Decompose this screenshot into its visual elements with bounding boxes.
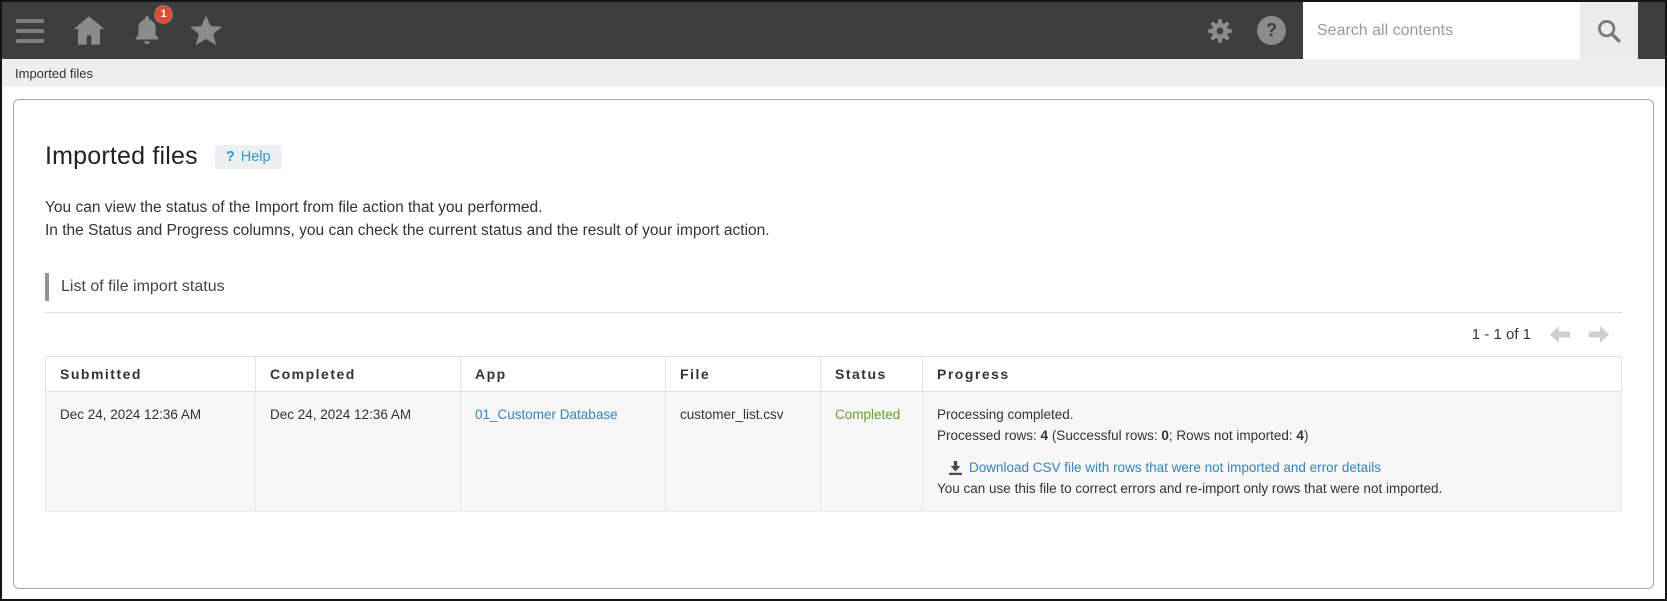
table-header-row: Submitted Completed App File Status Prog…: [45, 356, 1622, 392]
section-title: List of file import status: [45, 273, 1622, 301]
cell-completed: Dec 24, 2024 12:36 AM: [255, 391, 461, 512]
download-icon: [949, 460, 962, 475]
description-line-2: In the Status and Progress columns, you …: [45, 222, 770, 239]
page-title: Imported files: [45, 142, 198, 170]
notification-count-badge[interactable]: 1: [155, 6, 172, 23]
breadcrumb-bar: Imported files: [2, 59, 1665, 87]
progress-rows-detail: Processed rows: 4 (Successful rows: 0; R…: [937, 428, 1309, 443]
search-icon: [1598, 19, 1621, 43]
home-icon[interactable]: [72, 15, 106, 46]
main-content: Imported files ? Help You can view the s…: [2, 87, 1665, 599]
download-csv-link[interactable]: Download CSV file with rows that were no…: [969, 457, 1381, 478]
search-button[interactable]: [1580, 2, 1638, 59]
help-icon[interactable]: ?: [1257, 16, 1286, 45]
cell-app: 01_Customer Database: [460, 391, 666, 512]
notifications-bell-icon[interactable]: 1: [132, 6, 172, 47]
app-link[interactable]: 01_Customer Database: [475, 407, 618, 422]
pagination-range-label: 1 - 1 of 1: [1471, 326, 1531, 343]
column-header-submitted: Submitted: [45, 356, 256, 392]
successful-rows-count: 0: [1161, 428, 1169, 443]
progress-summary: Processing completed.: [937, 407, 1074, 422]
table-row: Dec 24, 2024 12:36 AM Dec 24, 2024 12:36…: [45, 391, 1622, 512]
imported-files-card: Imported files ? Help You can view the s…: [13, 99, 1654, 589]
next-page-icon[interactable]: [1589, 326, 1609, 343]
settings-gear-icon[interactable]: [1205, 16, 1235, 46]
progress-note: You can use this file to correct errors …: [937, 481, 1443, 496]
topbar: 1 ?: [2, 2, 1665, 59]
cell-status: Completed: [820, 391, 923, 512]
favorites-star-icon[interactable]: [188, 14, 224, 48]
column-header-progress: Progress: [922, 356, 1622, 392]
help-button-label: Help: [240, 148, 271, 165]
section-header: List of file import status: [45, 273, 1622, 313]
prev-page-icon[interactable]: [1550, 326, 1570, 343]
app-window: 1 ? Search all contents Imported files I…: [0, 0, 1667, 601]
column-header-status: Status: [820, 356, 923, 392]
cell-progress: Processing completed. Processed rows: 4 …: [922, 391, 1622, 512]
breadcrumb-imported-files[interactable]: Imported files: [15, 66, 93, 81]
processed-rows-count: 4: [1040, 428, 1049, 443]
column-header-completed: Completed: [255, 356, 461, 392]
cell-submitted: Dec 24, 2024 12:36 AM: [45, 391, 256, 512]
file-import-status-table: Submitted Completed App File Status Prog…: [45, 356, 1622, 512]
global-search: [1303, 2, 1638, 59]
topbar-left-icons: 1: [2, 6, 224, 48]
hamburger-menu-icon[interactable]: [14, 15, 46, 47]
column-header-file: File: [665, 356, 821, 392]
cell-file: customer_list.csv: [665, 391, 821, 512]
search-input[interactable]: [1303, 2, 1580, 59]
column-header-app: App: [460, 356, 666, 392]
page-description: You can view the status of the Import fr…: [45, 196, 1622, 242]
description-line-1: You can view the status of the Import fr…: [45, 199, 543, 216]
status-badge: Completed: [835, 407, 901, 422]
pagination: 1 - 1 of 1: [45, 326, 1622, 343]
help-button[interactable]: ? Help: [214, 144, 282, 169]
help-question-icon: ?: [225, 148, 235, 165]
not-imported-rows-count: 4: [1296, 428, 1304, 443]
